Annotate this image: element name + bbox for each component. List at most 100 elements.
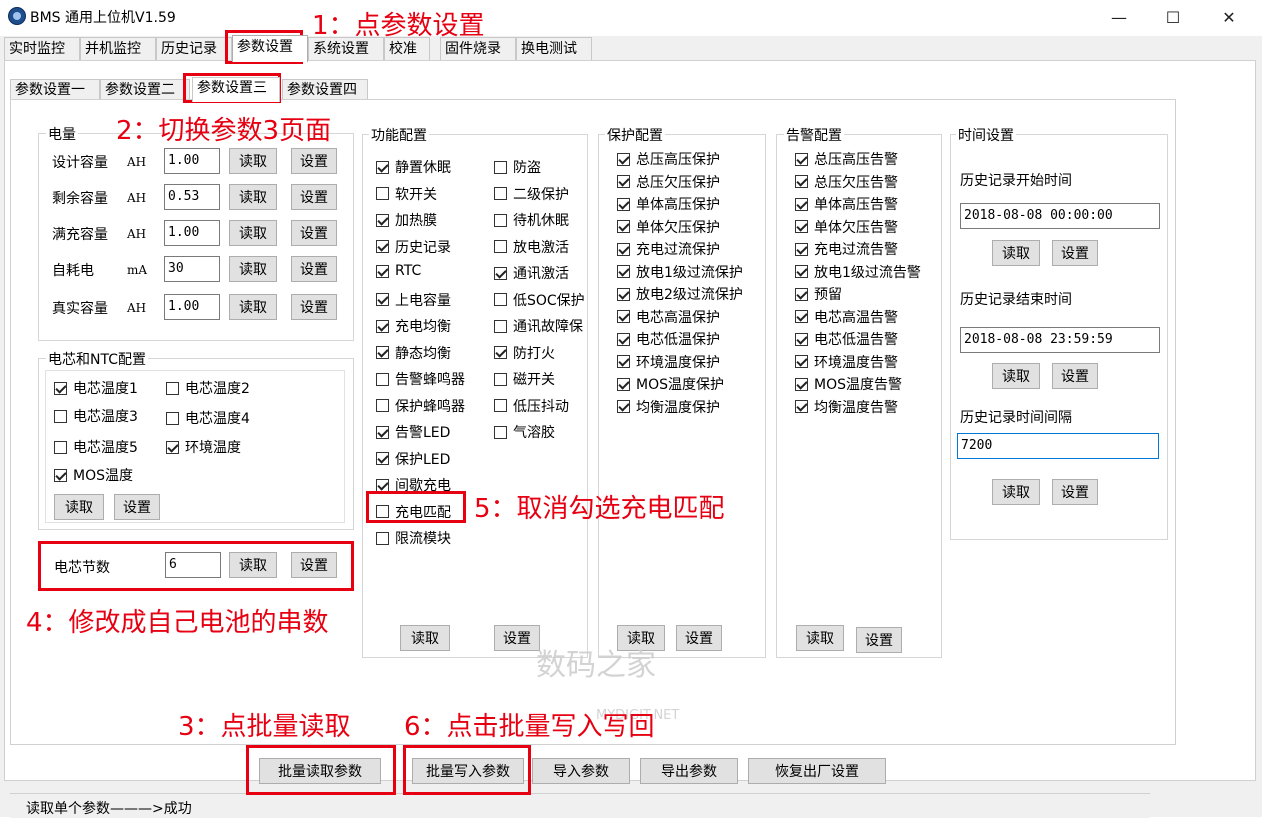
function-checkbox[interactable]: 上电容量 [376,290,451,310]
function-checkbox[interactable]: 待机休眠 [494,210,569,230]
alarm-checkbox[interactable]: 均衡温度告警 [795,397,898,417]
function-checkbox[interactable]: 防盗 [494,157,541,177]
function-checkbox[interactable]: 防打火 [494,343,555,363]
history-end-read-button[interactable]: 读取 [992,363,1040,389]
alarm-checkbox[interactable]: 预留 [795,284,842,304]
ntc-read-button[interactable]: 读取 [54,494,104,520]
function-checkbox[interactable]: 保护蜂鸣器 [376,396,465,416]
function-checkbox[interactable]: 二级保护 [494,184,569,204]
alarm-checkbox[interactable]: 单体欠压告警 [795,217,898,237]
function-checkbox[interactable]: 低SOC保护 [494,290,585,310]
capacity-row-read-button[interactable]: 读取 [229,294,277,320]
protect-checkbox[interactable]: 电芯低温保护 [617,329,720,349]
protect-checkbox[interactable]: 总压欠压保护 [617,172,720,192]
capacity-row-read-button[interactable]: 读取 [229,256,277,282]
function-checkbox[interactable]: 充电均衡 [376,316,451,336]
subtab-4[interactable]: 参数设置四 [282,79,368,101]
function-checkbox[interactable]: 通讯故障保 [494,316,583,336]
capacity-row-input[interactable]: 1.00 [164,148,220,174]
capacity-row-set-button[interactable]: 设置 [291,220,337,246]
history-start-input[interactable]: 2018-08-08 00:00:00 [960,203,1160,229]
capacity-row-set-button[interactable]: 设置 [291,184,337,210]
subtab-2[interactable]: 参数设置二 [100,79,190,101]
protect-checkbox[interactable]: 放电2级过流保护 [617,284,743,304]
protect-checkbox[interactable]: 电芯高温保护 [617,307,720,327]
alarm-set-button[interactable]: 设置 [856,627,902,653]
history-interval-read-button[interactable]: 读取 [992,479,1040,505]
protect-checkbox[interactable]: 环境温度保护 [617,352,720,372]
alarm-checkbox[interactable]: 放电1级过流告警 [795,262,921,282]
function-read-button[interactable]: 读取 [400,625,450,651]
protect-checkbox[interactable]: 单体欠压保护 [617,217,720,237]
capacity-row-input[interactable]: 0.53 [164,184,220,210]
alarm-checkbox[interactable]: 环境温度告警 [795,352,898,372]
function-checkbox[interactable]: 静置休眠 [376,157,451,177]
checkbox-cell-temp-5[interactable]: 电芯温度5 [54,437,138,457]
function-checkbox[interactable]: 放电激活 [494,237,569,257]
history-end-input[interactable]: 2018-08-08 23:59:59 [960,327,1160,353]
history-start-set-button[interactable]: 设置 [1052,240,1098,266]
tab-history[interactable]: 历史记录 [156,37,232,61]
protect-checkbox[interactable]: 放电1级过流保护 [617,262,743,282]
close-icon[interactable]: ✕ [1206,2,1252,32]
factory-reset-button[interactable]: 恢复出厂设置 [748,758,886,784]
alarm-checkbox[interactable]: 总压高压告警 [795,149,898,169]
function-checkbox[interactable]: 告警蜂鸣器 [376,369,465,389]
maximize-icon[interactable]: ☐ [1150,2,1196,32]
alarm-checkbox[interactable]: 单体高压告警 [795,194,898,214]
protect-checkbox[interactable]: 充电过流保护 [617,239,720,259]
capacity-row-input[interactable]: 30 [164,256,220,282]
capacity-row-set-button[interactable]: 设置 [291,256,337,282]
protect-checkbox[interactable]: 均衡温度保护 [617,397,720,417]
ntc-set-button[interactable]: 设置 [114,494,160,520]
checkbox-cell-temp-2[interactable]: 电芯温度2 [166,378,250,398]
alarm-read-button[interactable]: 读取 [796,625,844,651]
capacity-row-read-button[interactable]: 读取 [229,220,277,246]
checkbox-ambient-temp[interactable]: 环境温度 [166,437,241,457]
protect-checkbox[interactable]: MOS温度保护 [617,374,724,394]
function-checkbox[interactable]: 历史记录 [376,237,451,257]
history-interval-input[interactable]: 7200 [957,433,1159,459]
function-checkbox[interactable]: RTC [376,263,421,279]
history-end-set-button[interactable]: 设置 [1052,363,1098,389]
function-checkbox[interactable]: 软开关 [376,184,437,204]
protect-set-button[interactable]: 设置 [676,625,722,651]
alarm-checkbox[interactable]: 电芯低温告警 [795,329,898,349]
checkbox-mos-temp[interactable]: MOS温度 [54,465,133,485]
subtab-1[interactable]: 参数设置一 [10,79,100,101]
function-checkbox[interactable]: 告警LED [376,422,450,442]
alarm-checkbox[interactable]: 充电过流告警 [795,239,898,259]
function-set-button[interactable]: 设置 [494,625,540,651]
alarm-checkbox[interactable]: 电芯高温告警 [795,307,898,327]
tab-parallel[interactable]: 并机监控 [80,37,156,61]
protect-checkbox[interactable]: 总压高压保护 [617,149,720,169]
capacity-row-input[interactable]: 1.00 [164,220,220,246]
checkbox-cell-temp-3[interactable]: 电芯温度3 [54,406,138,426]
function-checkbox[interactable]: 保护LED [376,449,450,469]
capacity-row-set-button[interactable]: 设置 [291,294,337,320]
checkbox-cell-temp-4[interactable]: 电芯温度4 [166,408,250,428]
capacity-row-read-button[interactable]: 读取 [229,184,277,210]
protect-checkbox[interactable]: 单体高压保护 [617,194,720,214]
capacity-row-input[interactable]: 1.00 [164,294,220,320]
checkbox-cell-temp-1[interactable]: 电芯温度1 [54,378,138,398]
tab-params[interactable]: 参数设置 [232,35,308,62]
function-checkbox[interactable]: 限流模块 [376,528,451,548]
function-checkbox[interactable]: 低压抖动 [494,396,569,416]
subtab-3[interactable]: 参数设置三 [192,77,280,102]
export-params-button[interactable]: 导出参数 [640,758,738,784]
import-params-button[interactable]: 导入参数 [532,758,630,784]
history-interval-set-button[interactable]: 设置 [1052,479,1098,505]
function-checkbox[interactable]: 加热膜 [376,210,437,230]
function-checkbox[interactable]: 静态均衡 [376,343,451,363]
alarm-checkbox[interactable]: 总压欠压告警 [795,172,898,192]
minimize-icon[interactable]: — [1096,2,1142,32]
capacity-row-read-button[interactable]: 读取 [229,148,277,174]
alarm-checkbox[interactable]: MOS温度告警 [795,374,902,394]
function-checkbox[interactable]: 磁开关 [494,369,555,389]
tab-realtime[interactable]: 实时监控 [4,37,80,61]
history-start-read-button[interactable]: 读取 [992,240,1040,266]
function-checkbox[interactable]: 气溶胶 [494,422,555,442]
tab-swap-test[interactable]: 换电测试 [516,37,592,61]
capacity-row-set-button[interactable]: 设置 [291,148,337,174]
